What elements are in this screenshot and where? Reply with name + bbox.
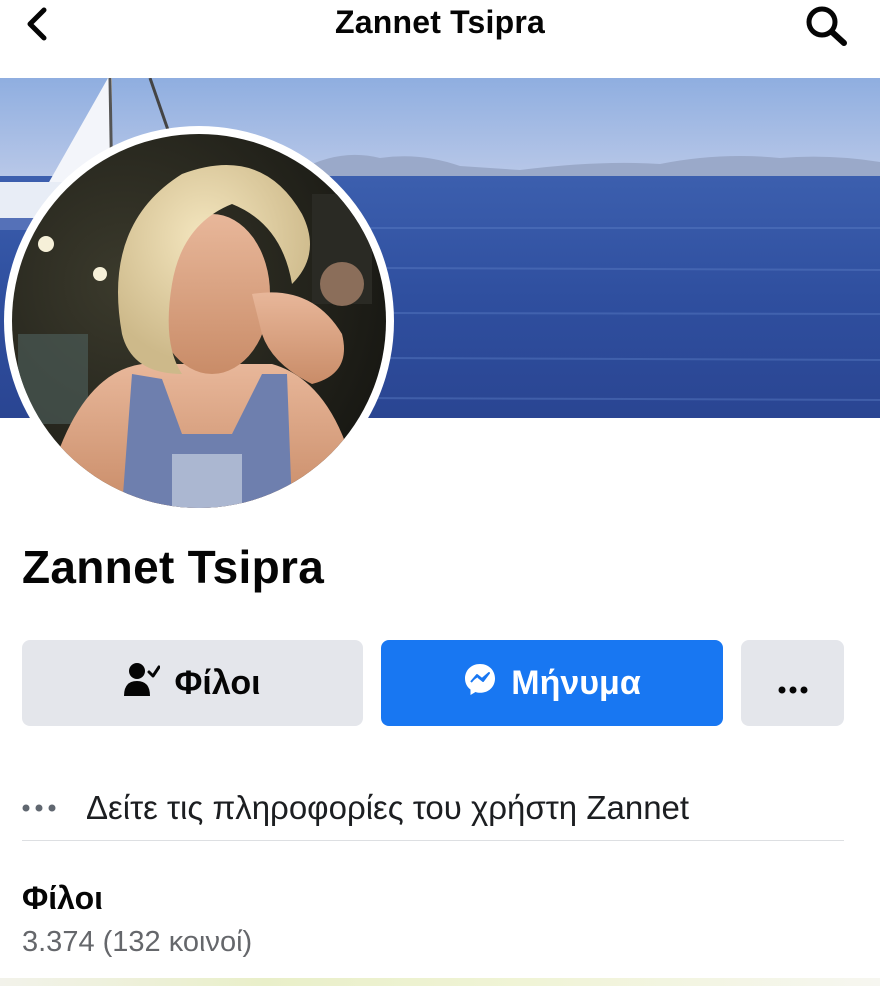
- search-icon[interactable]: [802, 2, 852, 48]
- more-button[interactable]: [741, 640, 844, 726]
- about-info-text: Δείτε τις πληροφορίες του χρήστη Zannet: [86, 789, 690, 826]
- friends-section-title: Φίλοι: [22, 880, 103, 916]
- top-bar: Zannet Tsipra: [0, 0, 880, 62]
- more-horizontal-icon: [778, 664, 808, 703]
- friends-count: 3.374 (132 κοινοί): [22, 926, 253, 958]
- messenger-icon: [463, 662, 497, 705]
- message-button[interactable]: Μήνυμα: [381, 640, 723, 726]
- profile-avatar[interactable]: [12, 134, 386, 508]
- friends-button[interactable]: Φίλοι: [22, 640, 363, 726]
- message-button-label: Μήνυμα: [511, 663, 641, 702]
- friends-preview-strip: [0, 978, 880, 986]
- page-title: Zannet Tsipra: [334, 4, 546, 40]
- profile-name: Zannet Tsipra: [22, 541, 325, 593]
- friend-check-icon: [124, 662, 161, 705]
- friends-button-label: Φίλοι: [174, 663, 261, 702]
- divider: [22, 840, 844, 841]
- more-horizontal-icon: [22, 804, 86, 812]
- about-info-row[interactable]: Δείτε τις πληροφορίες του χρήστη Zannet: [22, 778, 844, 838]
